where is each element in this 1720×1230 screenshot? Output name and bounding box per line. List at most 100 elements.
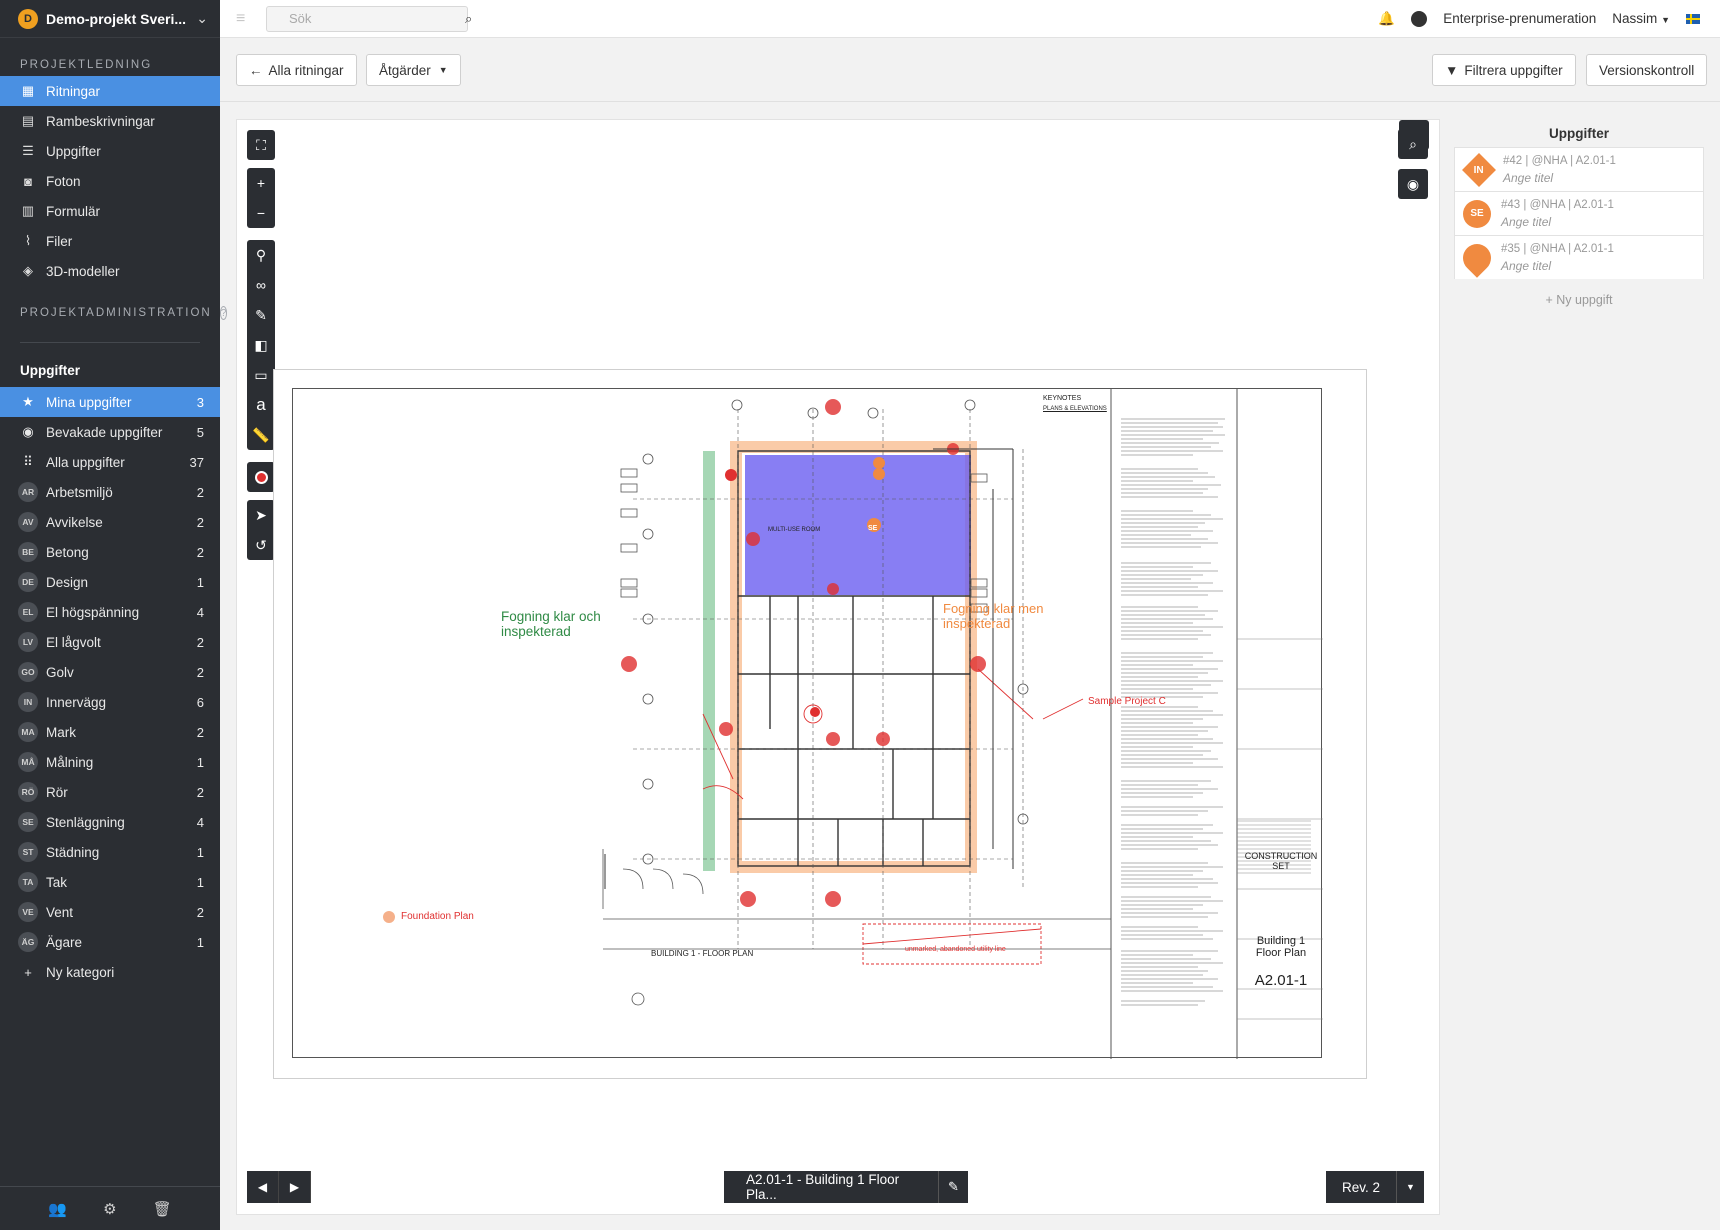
help-icon[interactable]: ?: [1411, 10, 1428, 27]
swedish-flag-icon[interactable]: [1686, 13, 1700, 24]
new-category-button[interactable]: + Ny kategori: [0, 957, 220, 987]
project-switcher[interactable]: D Demo-projekt Sveri... ⌄: [0, 0, 220, 38]
category-label: Rör: [46, 784, 68, 800]
revision-selector[interactable]: Rev. 2 ▼: [1326, 1171, 1424, 1203]
shapes-icon[interactable]: ◧: [247, 330, 275, 360]
text-icon[interactable]: a: [247, 390, 275, 420]
filter-alla-uppgifter[interactable]: ⠿ Alla uppgifter 37: [0, 447, 220, 477]
gear-icon[interactable]: ⚙: [103, 1200, 116, 1218]
pin-icon[interactable]: ⚲: [247, 240, 275, 270]
user-menu[interactable]: Nassim ▼: [1612, 11, 1670, 26]
sidebar-item-foton[interactable]: ◙ Foton: [0, 166, 220, 196]
search-icon[interactable]: ⌕: [465, 11, 472, 27]
filter-label: Mina uppgifter: [46, 394, 132, 410]
annotation-green-text[interactable]: Fogning klar och inspekterad: [501, 609, 601, 639]
sheet-selector[interactable]: A2.01-1 - Building 1 Floor Pla... ✎: [724, 1171, 968, 1203]
category-item[interactable]: BE Betong 2: [0, 537, 220, 567]
category-item[interactable]: AV Avvikelse 2: [0, 507, 220, 537]
titleblock-sheet-number-text: A2.01-1: [1254, 972, 1308, 989]
sheet-selector-label[interactable]: A2.01-1 - Building 1 Floor Pla...: [724, 1171, 938, 1203]
zoom-out-icon[interactable]: −: [247, 198, 275, 228]
category-count: 2: [196, 634, 204, 650]
stamp-icon[interactable]: ▭: [247, 360, 275, 390]
search-box[interactable]: ⌕: [266, 5, 472, 32]
category-item[interactable]: GO Golv 2: [0, 657, 220, 687]
ruler-icon[interactable]: 📏: [247, 420, 275, 450]
fullscreen-tool[interactable]: ⛶: [247, 130, 275, 160]
prev-sheet-button[interactable]: ◀: [247, 1171, 279, 1203]
search-input[interactable]: [289, 11, 465, 26]
filter-mina-uppgifter[interactable]: ★ Mina uppgifter 3: [0, 387, 220, 417]
cursor-icon[interactable]: ➤: [247, 500, 275, 530]
pen-icon[interactable]: ✎: [247, 300, 275, 330]
task-item[interactable]: IN #42 | @NHA | A2.01-1 Ange titel: [1454, 147, 1704, 191]
category-item[interactable]: VE Vent 2: [0, 897, 220, 927]
filter-count: 5: [196, 424, 204, 440]
category-label: Avvikelse: [46, 514, 103, 530]
search-drawing-button[interactable]: ⌕: [1398, 129, 1428, 159]
category-item[interactable]: MA Mark 2: [0, 717, 220, 747]
drawing-sheet-area[interactable]: Fogning klar och inspekterad Fogning kla…: [273, 369, 1367, 1079]
color-tool[interactable]: [247, 462, 275, 492]
annotation-utility-line[interactable]: unmarked, abandoned utility line: [905, 942, 1006, 957]
project-name: Demo-projekt Sveri...: [46, 10, 187, 27]
sidebar-item-filer[interactable]: ⌇ Filer: [0, 226, 220, 256]
drawing-viewer[interactable]: ⛶ + − ⚲ ∞ ✎ ◧ ▭ a 📏 ➤ ↺ Fogning klar och…: [236, 119, 1440, 1215]
caret-down-icon[interactable]: ▼: [1396, 1171, 1424, 1203]
zoom-in-icon[interactable]: +: [247, 168, 275, 198]
menu-icon[interactable]: ≡: [236, 10, 256, 28]
new-task-button[interactable]: + Ny uppgift: [1454, 293, 1704, 307]
category-item[interactable]: AR Arbetsmiljö 2: [0, 477, 220, 507]
version-control-button[interactable]: Versionskontroll: [1586, 54, 1708, 86]
color-icon[interactable]: [247, 462, 275, 492]
pin-label-se: SE: [868, 521, 877, 536]
sidebar-item-uppgifter[interactable]: ☰ Uppgifter: [0, 136, 220, 166]
annotation-orange-text[interactable]: Fogning klar men inspekterad: [943, 601, 1043, 631]
category-label: Städning: [46, 844, 100, 860]
next-sheet-button[interactable]: ▶: [279, 1171, 311, 1203]
help-icon[interactable]: ?: [219, 306, 228, 320]
link-icon[interactable]: ∞: [247, 270, 275, 300]
category-item[interactable]: MÅ Målning 1: [0, 747, 220, 777]
bell-icon[interactable]: 🔔: [1378, 11, 1395, 27]
annotation-foundation-plan[interactable]: Foundation Plan: [383, 909, 474, 924]
sidebar-item-rambeskrivningar[interactable]: ▤ Rambeskrivningar: [0, 106, 220, 136]
category-item[interactable]: RÖ Rör 2: [0, 777, 220, 807]
plus-icon: +: [24, 964, 32, 980]
category-count: 2: [196, 484, 204, 500]
annotation-sample-project[interactable]: Sample Project C: [1088, 694, 1166, 709]
back-to-drawings-button[interactable]: ← Alla ritningar: [236, 54, 357, 86]
filter-tasks-button[interactable]: ▼ Filtrera uppgifter: [1432, 54, 1576, 86]
task-item[interactable]: SE #43 | @NHA | A2.01-1 Ange titel: [1454, 191, 1704, 235]
sidebar-item-ritningar[interactable]: ▦ Ritningar: [0, 76, 220, 106]
category-item[interactable]: IN Innervägg 6: [0, 687, 220, 717]
task-item[interactable]: #35 | @NHA | A2.01-1 Ange titel: [1454, 235, 1704, 279]
category-badge: ÄG: [18, 932, 38, 952]
sidebar-item-formular[interactable]: ▥ Formulär: [0, 196, 220, 226]
category-item[interactable]: TA Tak 1: [0, 867, 220, 897]
trash-icon[interactable]: 🗑: [153, 1200, 172, 1218]
category-count: 2: [196, 784, 204, 800]
task-title: Ange titel: [1501, 214, 1552, 229]
actions-dropdown[interactable]: Åtgärder ▼: [366, 54, 461, 86]
category-item[interactable]: ÄG Ägare 1: [0, 927, 220, 957]
sidebar-item-3d-modeller[interactable]: ◈ 3D-modeller: [0, 256, 220, 286]
keynotes-subtitle: PLANS & ELEVATIONS: [1043, 402, 1107, 417]
users-icon[interactable]: 👥: [48, 1200, 67, 1218]
subscription-link[interactable]: Enterprise-prenumeration: [1443, 11, 1596, 26]
category-item[interactable]: LV El lågvolt 2: [0, 627, 220, 657]
sidebar-item-label: Ritningar: [46, 83, 101, 99]
category-item[interactable]: SE Stenläggning 4: [0, 807, 220, 837]
category-item[interactable]: DE Design 1: [0, 567, 220, 597]
category-item[interactable]: ST Städning 1: [0, 837, 220, 867]
fullscreen-icon[interactable]: ⛶: [247, 130, 275, 160]
revision-label[interactable]: Rev. 2: [1326, 1171, 1396, 1203]
category-item[interactable]: EL El högspänning 4: [0, 597, 220, 627]
pencil-icon[interactable]: ✎: [938, 1171, 968, 1203]
undo-icon[interactable]: ↺: [247, 530, 275, 560]
visibility-button[interactable]: ◉: [1398, 169, 1428, 199]
filter-label: Bevakade uppgifter: [46, 424, 163, 440]
filter-bevakade-uppgifter[interactable]: ◉ Bevakade uppgifter 5: [0, 417, 220, 447]
category-badge: RÖ: [18, 782, 38, 802]
section-title-projektadministration[interactable]: PROJEKTADMINISTRATION?: [0, 302, 228, 324]
